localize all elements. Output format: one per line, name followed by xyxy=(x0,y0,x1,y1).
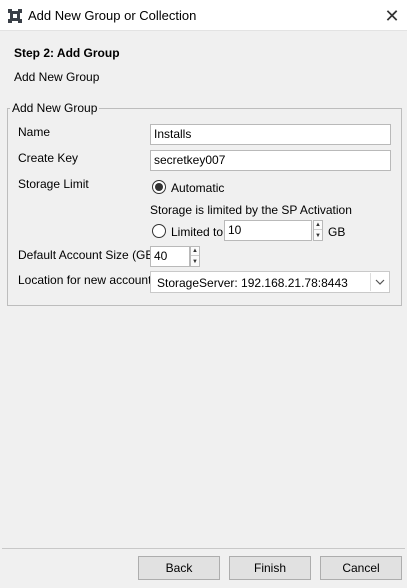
cancel-button[interactable]: Cancel xyxy=(320,556,402,580)
default-size-field[interactable]: 40 xyxy=(150,246,190,267)
create-key-label: Create Key xyxy=(18,151,79,165)
step-title: Step 2: Add Group xyxy=(14,46,120,60)
window-title: Add New Group or Collection xyxy=(28,8,197,23)
create-key-field[interactable]: secretkey007 xyxy=(150,150,391,171)
automatic-radio[interactable] xyxy=(152,180,166,194)
panel-legend: Add New Group xyxy=(10,101,100,115)
spin-down-icon[interactable]: ▼ xyxy=(191,257,199,266)
automatic-label[interactable]: Automatic xyxy=(171,181,224,195)
default-size-spinner[interactable]: ▲ ▼ xyxy=(190,246,200,267)
default-size-label: Default Account Size (GB) xyxy=(18,248,158,262)
app-logo-icon xyxy=(7,8,23,24)
default-size-value: 40 xyxy=(154,249,168,263)
limited-radio[interactable] xyxy=(152,224,166,238)
spin-up-icon[interactable]: ▲ xyxy=(191,247,199,256)
location-value: StorageServer: 192.168.21.78:8443 xyxy=(157,276,348,290)
spin-up-icon[interactable]: ▲ xyxy=(314,221,322,230)
storage-limit-label: Storage Limit xyxy=(18,177,89,191)
back-button[interactable]: Back xyxy=(138,556,220,580)
storage-note: Storage is limited by the SP Activation xyxy=(150,203,352,217)
title-bar: Add New Group or Collection ✕ xyxy=(0,0,407,31)
limited-value-field[interactable]: 10 xyxy=(224,220,312,241)
limited-unit-label: GB xyxy=(328,225,346,239)
name-field[interactable]: Installs xyxy=(150,124,391,145)
finish-button[interactable]: Finish xyxy=(229,556,311,580)
close-icon: ✕ xyxy=(384,5,400,26)
location-dropdown[interactable]: StorageServer: 192.168.21.78:8443 xyxy=(150,271,390,293)
name-value: Installs xyxy=(154,127,192,141)
chevron-down-icon[interactable] xyxy=(370,273,388,291)
step-subtitle: Add New Group xyxy=(14,70,100,84)
close-button[interactable]: ✕ xyxy=(380,4,404,28)
create-key-value: secretkey007 xyxy=(154,153,226,167)
limited-label[interactable]: Limited to xyxy=(171,225,223,239)
name-label: Name xyxy=(18,125,51,139)
spin-down-icon[interactable]: ▼ xyxy=(314,231,322,240)
footer-divider xyxy=(2,548,405,549)
location-label: Location for new accounts xyxy=(18,273,158,287)
limited-spinner[interactable]: ▲ ▼ xyxy=(313,220,323,241)
limited-value: 10 xyxy=(228,223,242,237)
